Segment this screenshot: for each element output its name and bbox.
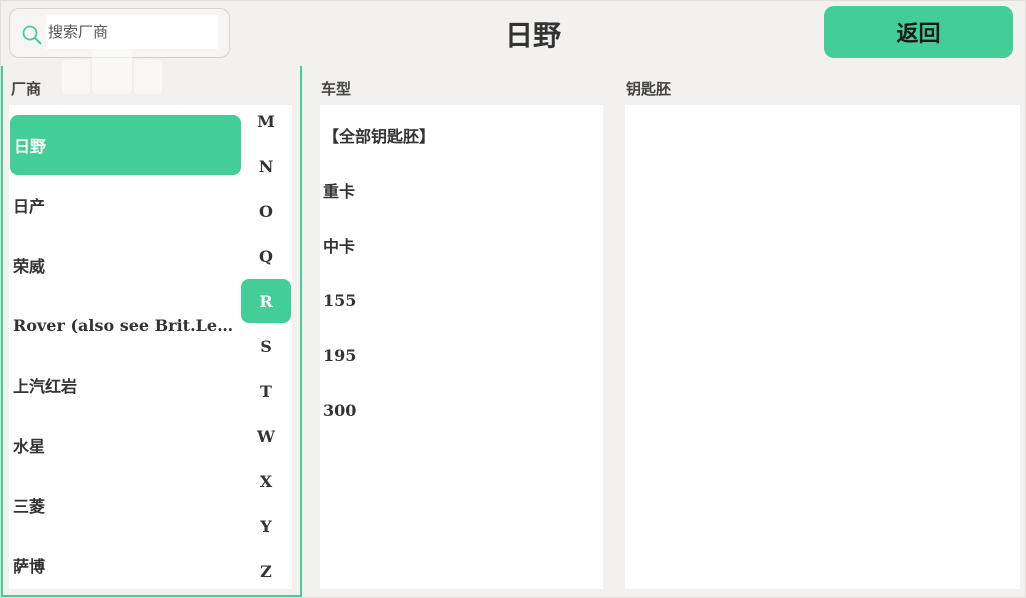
model-item[interactable]: 中卡 [323,225,593,265]
alphabet-letter[interactable]: Q [241,234,291,278]
brand-item[interactable]: 日野 [10,115,241,175]
alphabet-letter[interactable]: Y [241,504,291,548]
page-title: 日野 [504,19,561,52]
model-item[interactable]: 195 [323,335,593,375]
brand-item-label: 日野 [14,137,47,156]
brand-item[interactable]: 日产 [9,175,241,235]
alphabet-letter[interactable]: N [241,144,291,188]
model-item[interactable]: 300 [323,390,593,430]
brand-item[interactable]: Rover (also see Brit.Leyland) [9,295,241,355]
brand-item-label: Rover (also see Brit.Leyland) [13,315,235,335]
key-blank-column-header: 钥匙胚 [626,80,672,98]
model-item[interactable]: 【全部钥匙胚】 [323,115,593,155]
alphabet-letter[interactable]: M [241,99,291,143]
search-input[interactable] [46,15,218,49]
brand-item-label: 荣威 [13,257,46,276]
alphabet-letter[interactable]: W [241,414,291,458]
model-list[interactable]: 【全部钥匙胚】 重卡中卡 155 195 300 [320,105,603,589]
brand-item-label: 日产 [13,197,46,216]
brand-item-label: 上汽红岩 [13,377,78,396]
model-column-header: 车型 [321,80,352,98]
alphabet-letter[interactable]: O [241,189,291,233]
model-item[interactable]: 重卡 [323,170,593,210]
brand-item-label: 水星 [13,437,46,456]
alphabet-letter[interactable]: R [241,279,291,323]
back-button[interactable]: 返回 [824,6,1013,58]
alphabet-index[interactable]: MNOQRSTWXYZ [241,105,291,589]
brand-item[interactable]: 荣威 [9,235,241,295]
alphabet-letter[interactable]: X [241,459,291,503]
brand-item[interactable]: 上汽红岩 [9,355,241,415]
search-box[interactable] [9,8,230,58]
alphabet-letter[interactable]: Z [241,549,291,593]
model-item[interactable]: 155 [323,280,593,320]
alphabet-letter[interactable]: T [241,369,291,413]
brand-item-label: 三菱 [13,497,46,516]
brand-item-label: 萨博 [13,557,46,576]
alphabet-letter[interactable]: S [241,324,291,368]
search-icon [22,25,42,45]
brand-item[interactable]: 水星 [9,415,241,475]
brand-item[interactable]: 萨博 [9,535,241,589]
brand-item[interactable]: 三菱 [9,475,241,535]
key-blank-list[interactable] [625,105,1020,589]
